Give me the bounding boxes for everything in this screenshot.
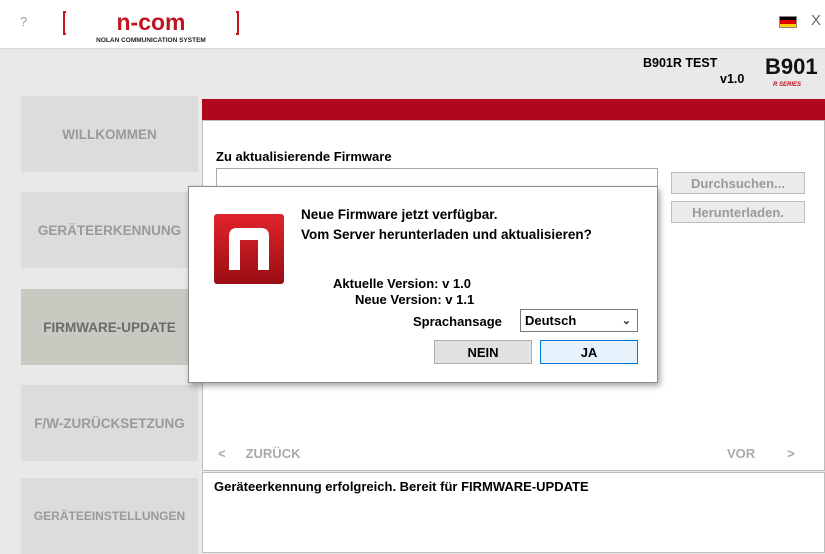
close-button[interactable]: X: [811, 12, 821, 29]
firmware-path-input[interactable]: [216, 168, 658, 188]
nav-fw-zuruecksetzung[interactable]: F/W-ZURÜCKSETZUNG: [21, 385, 198, 461]
ncom-app-icon: [214, 214, 284, 284]
flag-stripe-gold: [780, 23, 796, 27]
model-logo-text: B901: [765, 54, 818, 79]
nav-firmware-update[interactable]: FIRMWARE-UPDATE: [21, 289, 198, 365]
new-version: Neue Version: v 1.1: [355, 292, 475, 307]
device-name: B901R TEST: [643, 56, 718, 70]
model-logo: B901 R SERIES: [763, 50, 825, 90]
forward-label: VOR: [727, 446, 756, 461]
nav-label: FIRMWARE-UPDATE: [43, 319, 176, 335]
language-label: Sprachansage: [413, 314, 502, 329]
language-select[interactable]: Deutsch ⌄: [520, 309, 638, 332]
dialog-message-line1: Neue Firmware jetzt verfügbar.: [301, 207, 498, 222]
yes-button[interactable]: JA: [540, 340, 638, 364]
logo-subtitle: NOLAN COMMUNICATION SYSTEM: [96, 37, 206, 44]
ncom-logo: n-com NOLAN COMMUNICATION SYSTEM: [60, 8, 242, 46]
chevron-down-icon: ⌄: [621, 315, 631, 327]
nav-label: GERÄTEERKENNUNG: [37, 222, 182, 238]
nav-geraeteeinstellungen[interactable]: GERÄTEEINSTELLUNGEN: [21, 478, 198, 554]
yes-label: JA: [580, 344, 598, 360]
forward-button[interactable]: VOR >: [727, 446, 795, 461]
download-button[interactable]: Herunterladen.: [671, 201, 805, 223]
browse-label: Durchsuchen...: [691, 175, 785, 191]
no-label: NEIN: [467, 344, 499, 360]
nav-willkommen[interactable]: WILLKOMMEN: [21, 96, 198, 172]
back-button[interactable]: < ZURÜCK: [218, 446, 320, 461]
forward-arrow-icon: >: [787, 446, 795, 461]
firmware-label: Zu aktualisierende Firmware: [216, 149, 392, 164]
help-button[interactable]: ?: [20, 14, 27, 29]
back-label: ZURÜCK: [245, 446, 301, 461]
model-series-text: R SERIES: [773, 82, 801, 88]
back-arrow-icon: <: [218, 446, 226, 461]
download-label: Herunterladen.: [692, 204, 784, 220]
nav-label: GERÄTEEINSTELLUNGEN: [33, 509, 186, 523]
current-version: Aktuelle Version: v 1.0: [333, 276, 472, 291]
language-flag-icon[interactable]: [779, 16, 797, 28]
status-message: Geräteerkennung erfolgreich. Bereit für …: [214, 479, 589, 494]
nav-label: WILLKOMMEN: [62, 126, 157, 142]
logo-wordmark: n-com: [117, 9, 186, 35]
language-value: Deutsch: [525, 313, 577, 328]
device-version: v1.0: [720, 72, 745, 86]
nav-label: F/W-ZURÜCKSETZUNG: [34, 415, 185, 431]
nav-geraeteerkennung[interactable]: GERÄTEERKENNUNG: [21, 192, 198, 268]
browse-button[interactable]: Durchsuchen...: [671, 172, 805, 194]
dialog-message-line2: Vom Server herunterladen und aktualisier…: [301, 227, 592, 242]
header-accent-bar: [202, 99, 825, 120]
no-button[interactable]: NEIN: [434, 340, 532, 364]
